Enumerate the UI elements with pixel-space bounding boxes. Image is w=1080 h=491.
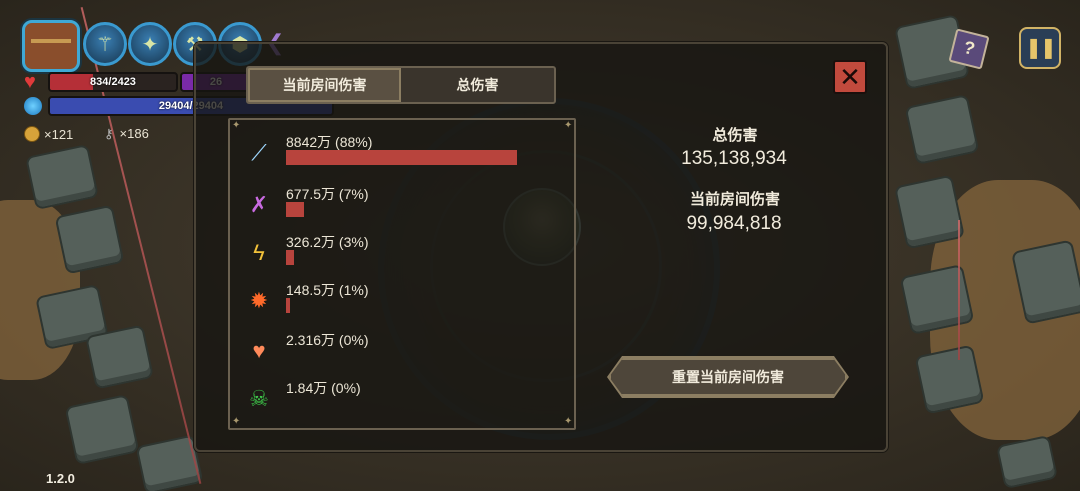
lightning-crystal-icon: ϟ (253, 240, 265, 265)
close-button[interactable]: ✕ (833, 60, 867, 94)
coin-icon (24, 126, 40, 142)
key-count: ×186 (119, 126, 149, 141)
heart-icon: ♥ (24, 71, 36, 93)
damage-bar (286, 250, 294, 265)
hp-text: 834/2423 (90, 76, 136, 88)
tab-total-damage[interactable]: 总伤害 (401, 68, 554, 102)
version-label: 1.2.0 (46, 471, 75, 486)
stone-block (996, 434, 1058, 490)
total-damage-label: 总伤害 (712, 127, 758, 144)
key-icon: ⚷ (104, 126, 114, 141)
stone-block (25, 143, 99, 211)
green-skull-icon: ☠ (249, 386, 269, 411)
corner-ornament: ✦ (232, 416, 241, 427)
damage-row-label: 1.84万 (0%) (286, 380, 361, 396)
coin-counter: ×121 (24, 126, 73, 142)
total-damage-value: 135,138,934 (681, 148, 787, 169)
stone-block (914, 344, 985, 415)
damage-row-label: 326.2万 (3%) (286, 234, 369, 250)
mana-orb-icon (24, 97, 42, 115)
corner-ornament: ✦ (564, 120, 573, 131)
stone-block (85, 324, 154, 390)
reset-room-damage-button[interactable]: 重置当前房间伤害 (609, 358, 847, 396)
damage-row-label: 2.316万 (0%) (286, 332, 369, 348)
flame-burst-icon: ✹ (249, 288, 269, 313)
damage-bar (286, 202, 305, 217)
close-icon: ✕ (839, 62, 861, 92)
room-damage-value: 99,984,818 (686, 213, 782, 234)
heart-burst-icon: ♥ (252, 338, 266, 363)
shuriken-skill-icon[interactable]: ✦ (128, 22, 172, 66)
damage-row-label: 677.5万 (7%) (286, 186, 369, 202)
staff-skill-icon[interactable]: ⚚ (83, 22, 127, 66)
purple-blades-icon: ✗ (249, 192, 269, 217)
damage-tabs: 当前房间伤害 总伤害 (246, 66, 556, 104)
pause-icon: ❚❚ (1025, 37, 1056, 59)
key-counter: ⚷ ×186 (104, 126, 149, 142)
corner-ornament: ✦ (232, 120, 241, 131)
damage-bar (286, 150, 517, 165)
damage-row-label: 8842万 (88%) (286, 134, 373, 150)
stone-block (893, 174, 966, 250)
chest-icon[interactable] (22, 20, 80, 72)
stone-block (904, 93, 980, 166)
stone-block (64, 393, 140, 466)
coin-count: ×121 (44, 127, 74, 142)
hp-bar: 834/2423 (48, 72, 178, 92)
stone-block (54, 204, 125, 275)
tab-current-room-damage[interactable]: 当前房间伤害 (248, 68, 401, 102)
corner-ornament: ✦ (564, 416, 573, 427)
damage-bar (286, 298, 290, 313)
pause-button[interactable]: ❚❚ (1019, 27, 1061, 69)
damage-row-label: 148.5万 (1%) (286, 282, 369, 298)
room-damage-label: 当前房间伤害 (689, 191, 780, 208)
red-laser-line (958, 220, 960, 360)
ice-shard-icon: ⟋ (251, 140, 267, 165)
